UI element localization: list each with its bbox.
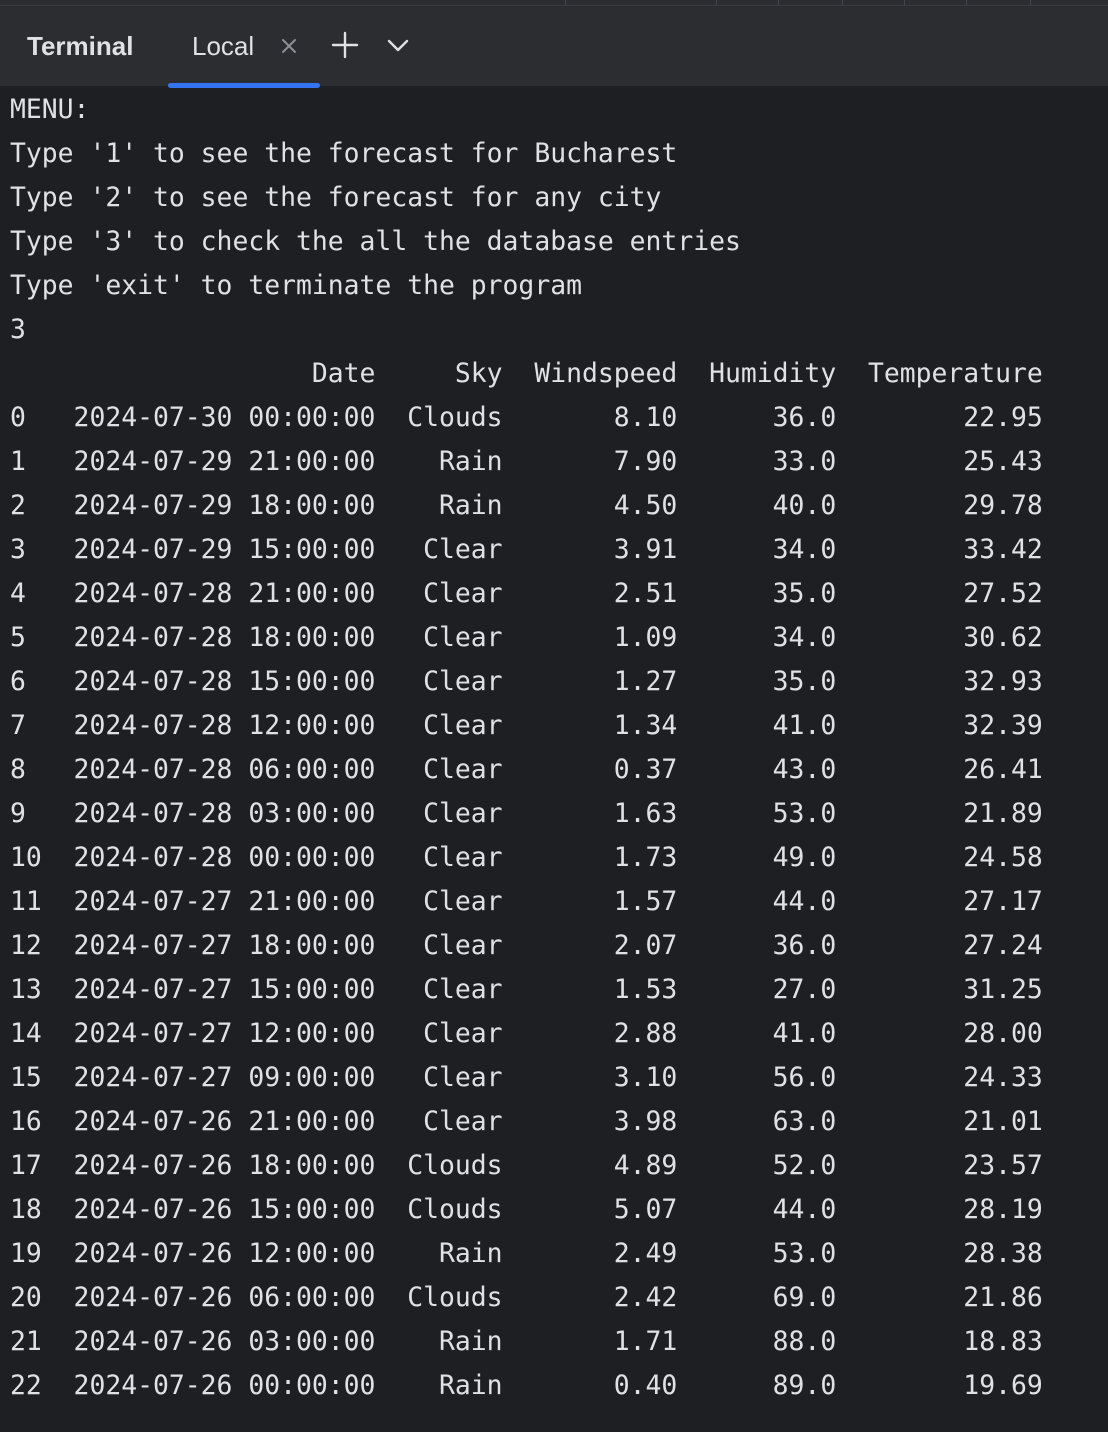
- terminal-output-area[interactable]: MENU: Type '1' to see the forecast for Bu…: [0, 88, 1108, 1432]
- close-icon[interactable]: [280, 37, 298, 55]
- table-row: 5 2024-07-28 18:00:00 Clear 1.09 34.0 30…: [10, 622, 1043, 653]
- table-row: 20 2024-07-26 06:00:00 Clouds 2.42 69.0 …: [10, 1282, 1043, 1313]
- divider-tick: [904, 0, 905, 5]
- table-header: Date Sky Windspeed Humidity Temperature: [10, 358, 1043, 389]
- table-row: 22 2024-07-26 00:00:00 Rain 0.40 89.0 19…: [10, 1370, 1043, 1401]
- table-row: 16 2024-07-26 21:00:00 Clear 3.98 63.0 2…: [10, 1106, 1043, 1137]
- terminal-output: MENU: Type '1' to see the forecast for Bu…: [10, 88, 1043, 1408]
- table-row: 15 2024-07-27 09:00:00 Clear 3.10 56.0 2…: [10, 1062, 1043, 1093]
- table-row: 11 2024-07-27 21:00:00 Clear 1.57 44.0 2…: [10, 886, 1043, 917]
- divider-tick: [966, 0, 967, 5]
- table-row: 0 2024-07-30 00:00:00 Clouds 8.10 36.0 2…: [10, 402, 1043, 433]
- table-row: 1 2024-07-29 21:00:00 Rain 7.90 33.0 25.…: [10, 446, 1043, 477]
- terminal-line: 3: [10, 314, 26, 345]
- table-row: 2 2024-07-29 18:00:00 Rain 4.50 40.0 29.…: [10, 490, 1043, 521]
- table-row: 13 2024-07-27 15:00:00 Clear 1.53 27.0 3…: [10, 974, 1043, 1005]
- table-row: 7 2024-07-28 12:00:00 Clear 1.34 41.0 32…: [10, 710, 1043, 741]
- divider-tick: [778, 0, 779, 5]
- table-row: 12 2024-07-27 18:00:00 Clear 2.07 36.0 2…: [10, 930, 1043, 961]
- table-row: 8 2024-07-28 06:00:00 Clear 0.37 43.0 26…: [10, 754, 1043, 785]
- toolwindow-title: Terminal: [27, 31, 134, 61]
- divider-tick: [565, 0, 566, 5]
- table-output: Date Sky Windspeed Humidity Temperature 0…: [10, 352, 1043, 1408]
- chevron-down-icon[interactable]: [386, 36, 410, 56]
- terminal-line: Type '3' to check the all the database e…: [10, 226, 741, 257]
- table-row: 6 2024-07-28 15:00:00 Clear 1.27 35.0 32…: [10, 666, 1043, 697]
- terminal-line: Type 'exit' to terminate the program: [10, 270, 582, 301]
- table-row: 18 2024-07-26 15:00:00 Clouds 5.07 44.0 …: [10, 1194, 1043, 1225]
- menu-output: MENU: Type '1' to see the forecast for Bu…: [10, 88, 1043, 352]
- table-row: 14 2024-07-27 12:00:00 Clear 2.88 41.0 2…: [10, 1018, 1043, 1049]
- table-row: 17 2024-07-26 18:00:00 Clouds 4.89 52.0 …: [10, 1150, 1043, 1181]
- divider-tick: [716, 0, 717, 5]
- tab-label: Local: [192, 31, 255, 61]
- terminal-toolbar: Terminal Local: [0, 6, 1108, 88]
- tab-local[interactable]: Local: [168, 6, 320, 88]
- table-row: 10 2024-07-28 00:00:00 Clear 1.73 49.0 2…: [10, 842, 1043, 873]
- table-row: 4 2024-07-28 21:00:00 Clear 2.51 35.0 27…: [10, 578, 1043, 609]
- divider-tick: [842, 0, 843, 5]
- table-row: 9 2024-07-28 03:00:00 Clear 1.63 53.0 21…: [10, 798, 1043, 829]
- divider-tick: [1030, 0, 1031, 5]
- plus-icon[interactable]: [330, 30, 360, 60]
- table-row: 21 2024-07-26 03:00:00 Rain 1.71 88.0 18…: [10, 1326, 1043, 1357]
- terminal-line: MENU:: [10, 94, 90, 125]
- table-row: 19 2024-07-26 12:00:00 Rain 2.49 53.0 28…: [10, 1238, 1043, 1269]
- table-row: 3 2024-07-29 15:00:00 Clear 3.91 34.0 33…: [10, 534, 1043, 565]
- terminal-line: Type '1' to see the forecast for Buchare…: [10, 138, 678, 169]
- terminal-line: Type '2' to see the forecast for any cit…: [10, 182, 662, 213]
